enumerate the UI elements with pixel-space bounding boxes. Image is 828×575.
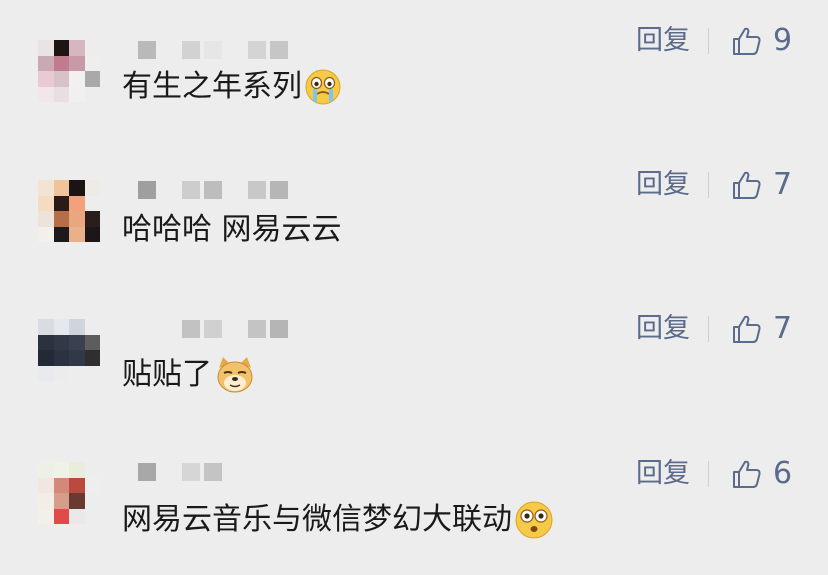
crying-face-emoji xyxy=(305,69,341,105)
reply-button[interactable]: 回复 xyxy=(636,167,690,203)
avatar[interactable] xyxy=(38,180,100,242)
comment-item: 贴贴了 回复 7 xyxy=(0,286,828,406)
reply-button[interactable]: 回复 xyxy=(636,311,690,347)
comment-text-content: 贴贴了 xyxy=(122,357,212,392)
comment-actions: 回复 7 xyxy=(636,167,792,203)
like-count: 7 xyxy=(773,167,793,202)
comment-text: 网易云音乐与微信梦幻大联动 xyxy=(122,500,554,540)
comment-text: 哈哈哈 网易云云 xyxy=(122,212,342,248)
comment-actions: 回复 7 xyxy=(636,311,792,347)
like-count: 9 xyxy=(773,23,793,58)
blurred-nickname xyxy=(138,462,288,482)
blurred-nickname xyxy=(138,180,288,200)
like-count: 6 xyxy=(773,456,793,491)
comment-text: 贴贴了 xyxy=(122,354,256,396)
thumbs-up-icon[interactable] xyxy=(731,313,763,345)
avatar[interactable] xyxy=(38,462,100,524)
thumbs-up-icon[interactable] xyxy=(731,25,763,57)
avatar[interactable] xyxy=(38,319,100,381)
thumbs-up-icon[interactable] xyxy=(731,169,763,201)
surprised-face-emoji xyxy=(515,501,553,539)
comment-text-content: 网易云音乐与微信梦幻大联动 xyxy=(122,502,512,537)
comment-item: 网易云音乐与微信梦幻大联动 回复 6 xyxy=(0,430,828,550)
comment-actions: 回复 9 xyxy=(636,23,792,59)
doge-emoji xyxy=(217,357,253,393)
blurred-nickname xyxy=(138,40,288,60)
blurred-nickname xyxy=(138,319,288,339)
comment-text-content: 有生之年系列 xyxy=(122,69,302,104)
like-count: 7 xyxy=(773,311,793,346)
avatar[interactable] xyxy=(38,40,100,102)
divider xyxy=(708,461,709,487)
thumbs-up-icon[interactable] xyxy=(731,458,763,490)
divider xyxy=(708,28,709,54)
comment-item: 哈哈哈 网易云云 回复 7 xyxy=(0,143,828,263)
comment-text-content: 哈哈哈 网易云云 xyxy=(122,212,342,247)
reply-button[interactable]: 回复 xyxy=(636,456,690,492)
reply-button[interactable]: 回复 xyxy=(636,23,690,59)
divider xyxy=(708,172,709,198)
divider xyxy=(708,316,709,342)
comment-text: 有生之年系列 xyxy=(122,68,342,106)
comment-actions: 回复 6 xyxy=(636,456,792,492)
comment-item: 有生之年系列 回复 9 xyxy=(0,0,828,120)
